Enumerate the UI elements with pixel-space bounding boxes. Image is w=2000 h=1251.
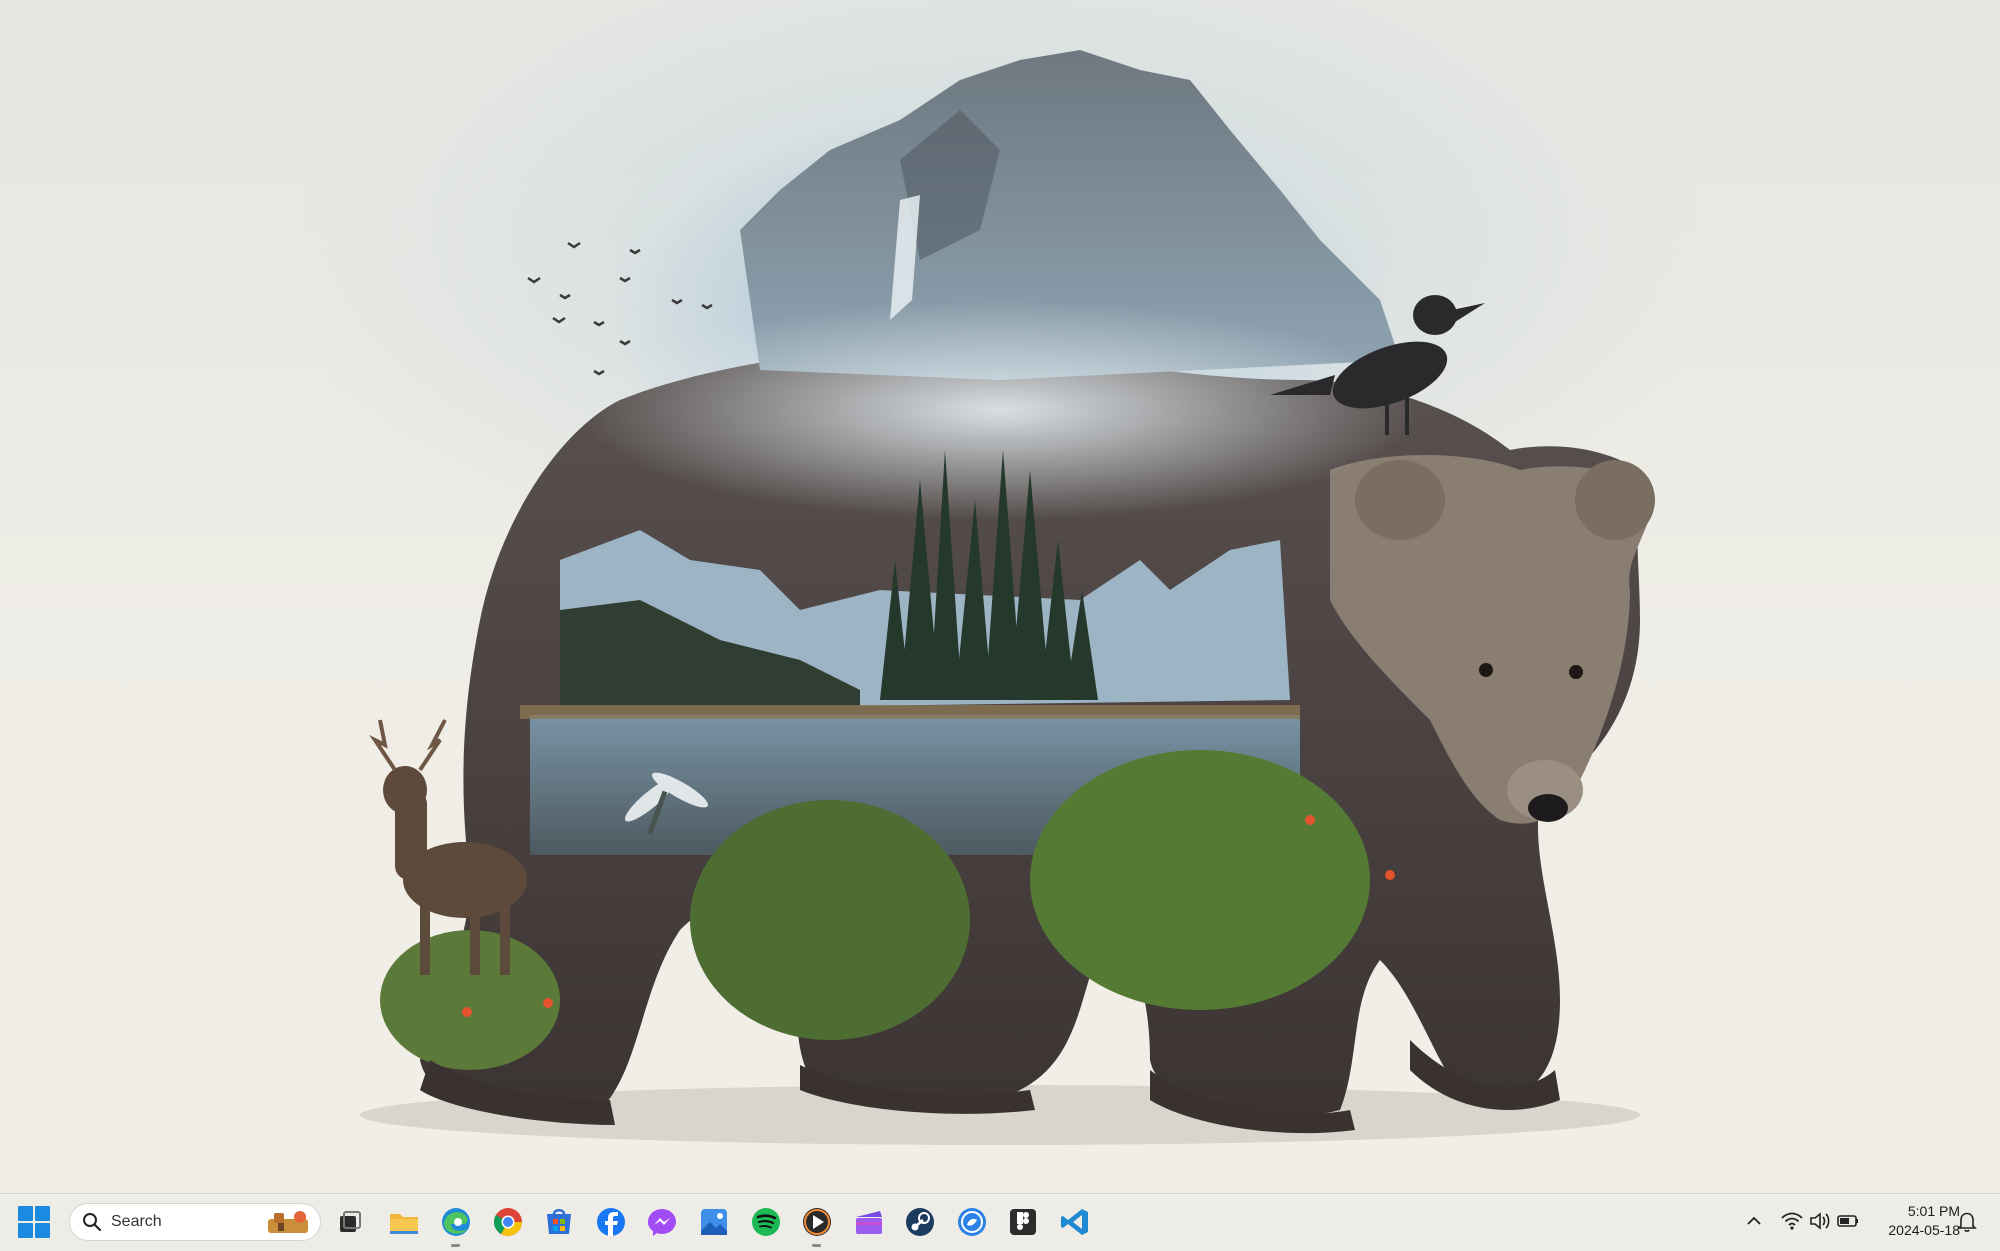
bear-ear-right (1575, 460, 1655, 540)
figma-button[interactable] (1006, 1205, 1040, 1239)
bear-nose (1528, 794, 1568, 822)
bear-ear-left (1355, 460, 1445, 540)
photos-button[interactable] (697, 1205, 731, 1239)
file-explorer-button[interactable] (387, 1205, 421, 1239)
search-box[interactable]: Search (69, 1203, 321, 1241)
media-player-button[interactable] (800, 1205, 834, 1247)
bell-icon[interactable] (1956, 1209, 1978, 1233)
vscode-icon (1061, 1209, 1088, 1235)
spotify-button[interactable] (749, 1205, 783, 1239)
microsoft-store-button[interactable] (542, 1205, 576, 1239)
windows-logo-tile (35, 1206, 50, 1221)
running-indicator (451, 1244, 460, 1247)
bear-eye-right (1569, 665, 1583, 679)
messenger-button[interactable] (645, 1205, 679, 1239)
task-view-icon (340, 1211, 361, 1232)
photos-icon (701, 1209, 727, 1235)
bush-right (1030, 750, 1370, 1010)
clipchamp-icon (856, 1211, 882, 1234)
shoreline (520, 705, 1300, 719)
spotify-icon (752, 1208, 780, 1236)
clock-date: 2024-05-18 (1888, 1222, 1960, 1238)
mist (580, 300, 1420, 520)
facebook-icon (597, 1208, 625, 1236)
clipchamp-button[interactable] (852, 1205, 886, 1239)
task-view-button[interactable] (333, 1205, 367, 1239)
store-icon (547, 1209, 571, 1234)
edge-icon (442, 1208, 470, 1236)
figma-icon (1010, 1209, 1036, 1235)
taskbar: Search 5:01 PM 2024-05-18 (0, 1193, 2000, 1251)
messenger-icon (648, 1209, 676, 1236)
windows-logo-tile (35, 1223, 50, 1238)
desktop[interactable] (0, 0, 2000, 1193)
folder-icon (390, 1214, 418, 1234)
vscode-button[interactable] (1058, 1205, 1092, 1239)
steam-button[interactable] (903, 1205, 937, 1239)
search-icon (83, 1213, 102, 1232)
start-button[interactable] (18, 1206, 52, 1240)
copilot-icon (958, 1208, 986, 1236)
wallpaper-bear-landscape (360, 50, 1655, 1145)
edge-button[interactable] (439, 1205, 473, 1247)
search-label: Search (111, 1213, 162, 1230)
clock[interactable]: 5:01 PM 2024-05-18 (1868, 1202, 1960, 1240)
battery-icon[interactable] (1836, 1209, 1860, 1233)
bear-eye-left (1479, 663, 1493, 677)
media-player-icon (803, 1208, 831, 1236)
chevron-up-icon[interactable] (1743, 1210, 1765, 1232)
speaker-icon[interactable] (1808, 1209, 1832, 1233)
copilot-button[interactable] (955, 1205, 989, 1239)
running-indicator (812, 1244, 821, 1247)
facebook-button[interactable] (594, 1205, 628, 1239)
bush-middle (690, 800, 970, 1040)
chrome-icon (494, 1208, 522, 1236)
clock-time: 5:01 PM (1907, 1203, 1960, 1219)
windows-logo-icon (18, 1206, 33, 1221)
chrome-button[interactable] (491, 1205, 525, 1239)
wifi-icon[interactable] (1780, 1209, 1804, 1233)
windows-logo-tile (18, 1223, 33, 1238)
steam-icon (906, 1208, 934, 1236)
search-highlight-icon (268, 1211, 308, 1233)
